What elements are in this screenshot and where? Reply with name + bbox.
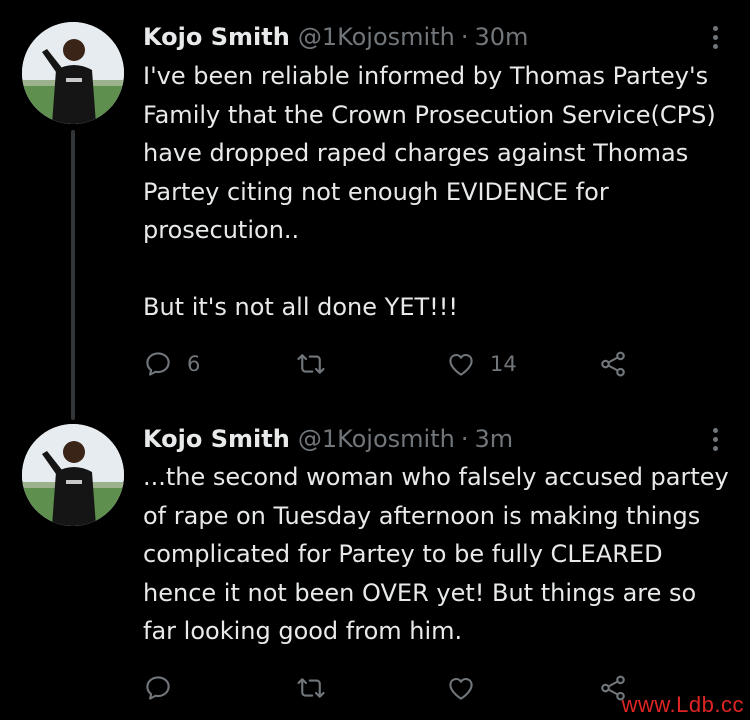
- reply-icon: [146, 352, 170, 376]
- thread-connector-line: [71, 130, 75, 420]
- retweet-icon: [297, 678, 325, 698]
- reply-icon: [146, 676, 170, 700]
- tweet-2[interactable]: Kojo Smith @1Kojosmith · 3m ...the second w…: [0, 410, 750, 720]
- tweet-text: I've been reliable informed by Thomas Pa…: [143, 62, 716, 321]
- like-icon: [449, 353, 473, 376]
- avatar-image: [22, 22, 124, 124]
- retweet-button[interactable]: [296, 348, 340, 380]
- like-count: 14: [490, 352, 517, 376]
- author-name[interactable]: Kojo Smith: [143, 425, 290, 453]
- separator-dot: ·: [460, 425, 469, 453]
- like-button[interactable]: [446, 672, 490, 704]
- tweet-text: ...the second woman who falsely accused …: [143, 463, 737, 645]
- like-button[interactable]: 14: [446, 348, 517, 380]
- share-button[interactable]: [598, 348, 628, 380]
- avatar[interactable]: [22, 22, 124, 124]
- reply-count: 6: [187, 352, 201, 376]
- separator-dot: ·: [460, 23, 469, 51]
- more-icon[interactable]: [710, 26, 720, 52]
- more-icon[interactable]: [710, 428, 720, 454]
- retweet-button[interactable]: [296, 672, 340, 704]
- share-icon: [601, 351, 625, 377]
- tweet-time[interactable]: 30m: [474, 23, 528, 51]
- avatar-image: [22, 424, 124, 526]
- avatar[interactable]: [22, 424, 124, 526]
- tweet-time[interactable]: 3m: [474, 425, 513, 453]
- tweet-1[interactable]: Kojo Smith @1Kojosmith · 30m I've been reli…: [0, 0, 750, 420]
- author-handle[interactable]: @1Kojosmith: [298, 425, 455, 453]
- reply-button[interactable]: 6: [143, 348, 200, 380]
- tweet-header: Kojo Smith @1Kojosmith · 30m: [143, 20, 528, 54]
- reply-button[interactable]: [143, 672, 187, 704]
- tweet-header: Kojo Smith @1Kojosmith · 3m: [143, 422, 513, 456]
- tweet-actions: [143, 672, 703, 704]
- author-name[interactable]: Kojo Smith: [143, 23, 290, 51]
- watermark: www.Ldb.cc: [621, 692, 744, 717]
- retweet-icon: [297, 354, 325, 374]
- like-icon: [449, 677, 473, 700]
- tweet-actions: 6 14: [143, 348, 703, 380]
- author-handle[interactable]: @1Kojosmith: [298, 23, 455, 51]
